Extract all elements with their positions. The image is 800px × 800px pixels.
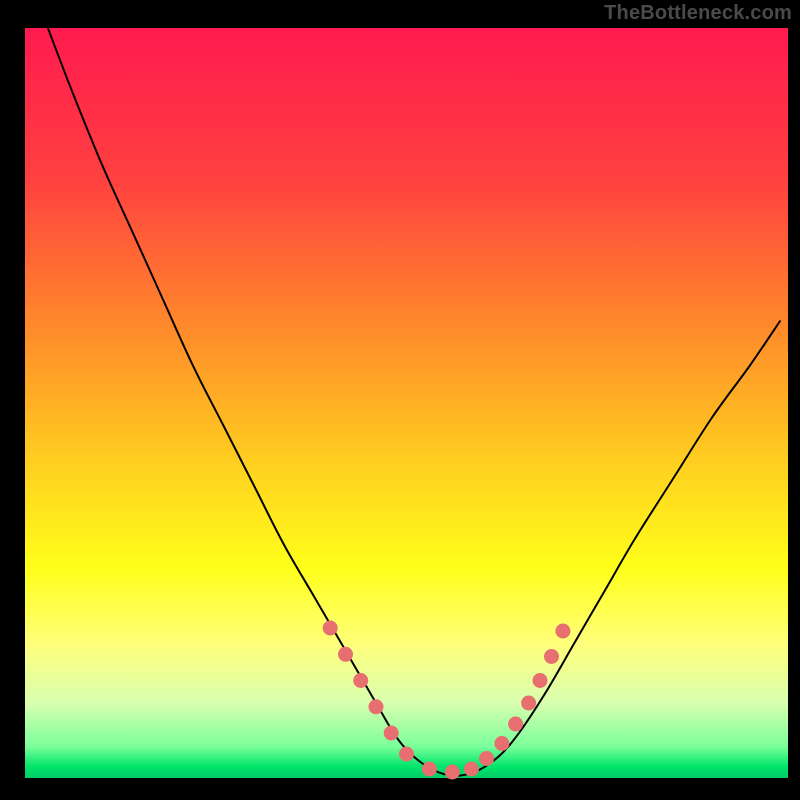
highlight-dot [464, 762, 479, 777]
highlight-dot [494, 736, 509, 751]
highlight-dot [445, 765, 460, 780]
plot-area [25, 28, 788, 778]
highlight-dot [369, 699, 384, 714]
highlight-dot [479, 751, 494, 766]
highlight-dot [508, 717, 523, 732]
highlight-dot [323, 621, 338, 636]
chart-svg [0, 0, 800, 800]
highlight-dot [533, 673, 548, 688]
highlight-dot [544, 649, 559, 664]
highlight-dot [422, 762, 437, 777]
highlight-dot [384, 726, 399, 741]
highlight-dot [399, 747, 414, 762]
highlight-dot [555, 624, 570, 639]
highlight-dot [521, 696, 536, 711]
bottleneck-chart: TheBottleneck.com [0, 0, 800, 800]
highlight-dot [353, 673, 368, 688]
highlight-dot [338, 647, 353, 662]
watermark-text: TheBottleneck.com [604, 2, 792, 25]
